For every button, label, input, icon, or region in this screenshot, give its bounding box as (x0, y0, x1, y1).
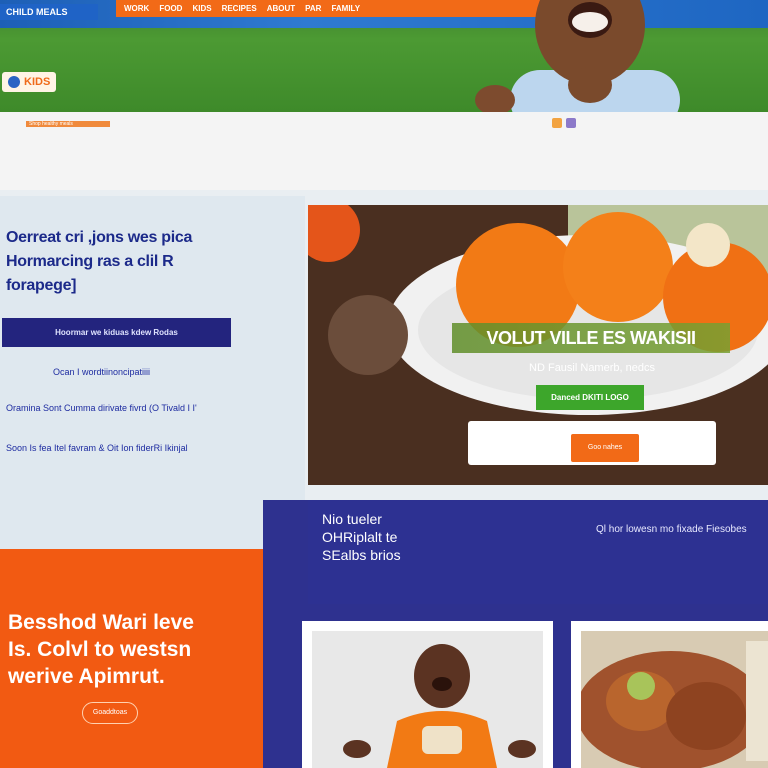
mini-icons (552, 118, 576, 128)
star-icon[interactable] (552, 118, 562, 128)
promo-link[interactable]: Ocan I wordtiinoncipatiiii (53, 367, 150, 377)
nav-item-family[interactable]: FAMILY (331, 4, 360, 13)
logo-mark-icon (8, 76, 20, 88)
nav-item-par[interactable]: PAR (305, 4, 321, 13)
orange-headline-line: Besshod Wari leve (8, 611, 194, 634)
bag-icon[interactable] (566, 118, 576, 128)
kid-card[interactable] (302, 621, 553, 768)
nav-item-work[interactable]: WORK (124, 4, 149, 13)
blue-title-line: SEalbs brios (322, 547, 401, 563)
orange-headline: Besshod Wari leve Is. Colvl to westsn we… (8, 609, 258, 690)
promo-headline: Oerreat cri ,jons wes pica Hormarcing ra… (6, 226, 296, 298)
dish-card-image-frame (581, 631, 768, 768)
site-logo[interactable]: KIDS (2, 72, 57, 92)
feature-subtitle: ND Fausil Namerb, nedcs (529, 362, 655, 374)
nav-item-kids[interactable]: KIDS (192, 4, 211, 13)
feature-cta-button[interactable]: Danced DKITI LOGO (536, 385, 644, 410)
orange-headline-line: werive Apimrut. (8, 665, 165, 688)
hero-banner: CHILD MEALS WORK FOOD KIDS RECIPES ABOUT… (0, 0, 768, 112)
promo-panel: Oerreat cri ,jons wes pica Hormarcing ra… (0, 196, 305, 549)
kid-image (312, 631, 543, 768)
kid-card-image-frame (312, 631, 543, 768)
orange-button[interactable]: Goaddtoas (82, 702, 138, 724)
nav-item-about[interactable]: ABOUT (267, 4, 295, 13)
promo-headline-line: Oerreat cri ,jons wes pica (6, 229, 193, 246)
blue-note: Ql hor lowesn mo fixade Fiesobes (596, 524, 747, 535)
dish-card[interactable] (571, 621, 768, 768)
sub-bar: Shop healthy meals (0, 112, 768, 190)
dish-image (581, 631, 768, 768)
promo-headline-line: forapege] (6, 277, 77, 294)
brand-tag[interactable]: CHILD MEALS (0, 4, 98, 20)
feature-box-button[interactable]: Goo nahes (571, 434, 639, 462)
logo-text: KIDS (24, 76, 51, 88)
feature-overlay-title: VOLUT VILLE ES WAKISII (452, 323, 730, 353)
blue-title: Nio tueler OHRiplalt te SEalbs brios (322, 510, 462, 564)
hero-child-image (475, 0, 680, 112)
promo-headline-line: Hormarcing ras a clil R (6, 253, 174, 270)
promo-button[interactable]: Hoormar we kiduas kdew Rodas (2, 318, 231, 347)
orange-headline-line: Is. Colvl to westsn (8, 638, 192, 661)
nav-item-food[interactable]: FOOD (159, 4, 182, 13)
nav-item-recipes[interactable]: RECIPES (222, 4, 257, 13)
sub-bar-ribbon[interactable]: Shop healthy meals (26, 121, 110, 127)
blue-title-line: OHRiplalt te (322, 529, 398, 545)
blue-title-line: Nio tueler (322, 511, 382, 527)
promo-link[interactable]: Soon Is fea Itel favram & Oit Ion fiderR… (6, 443, 188, 453)
promo-link[interactable]: Oramina Sont Cumma dirivate fivrd (O Tiv… (6, 403, 197, 413)
